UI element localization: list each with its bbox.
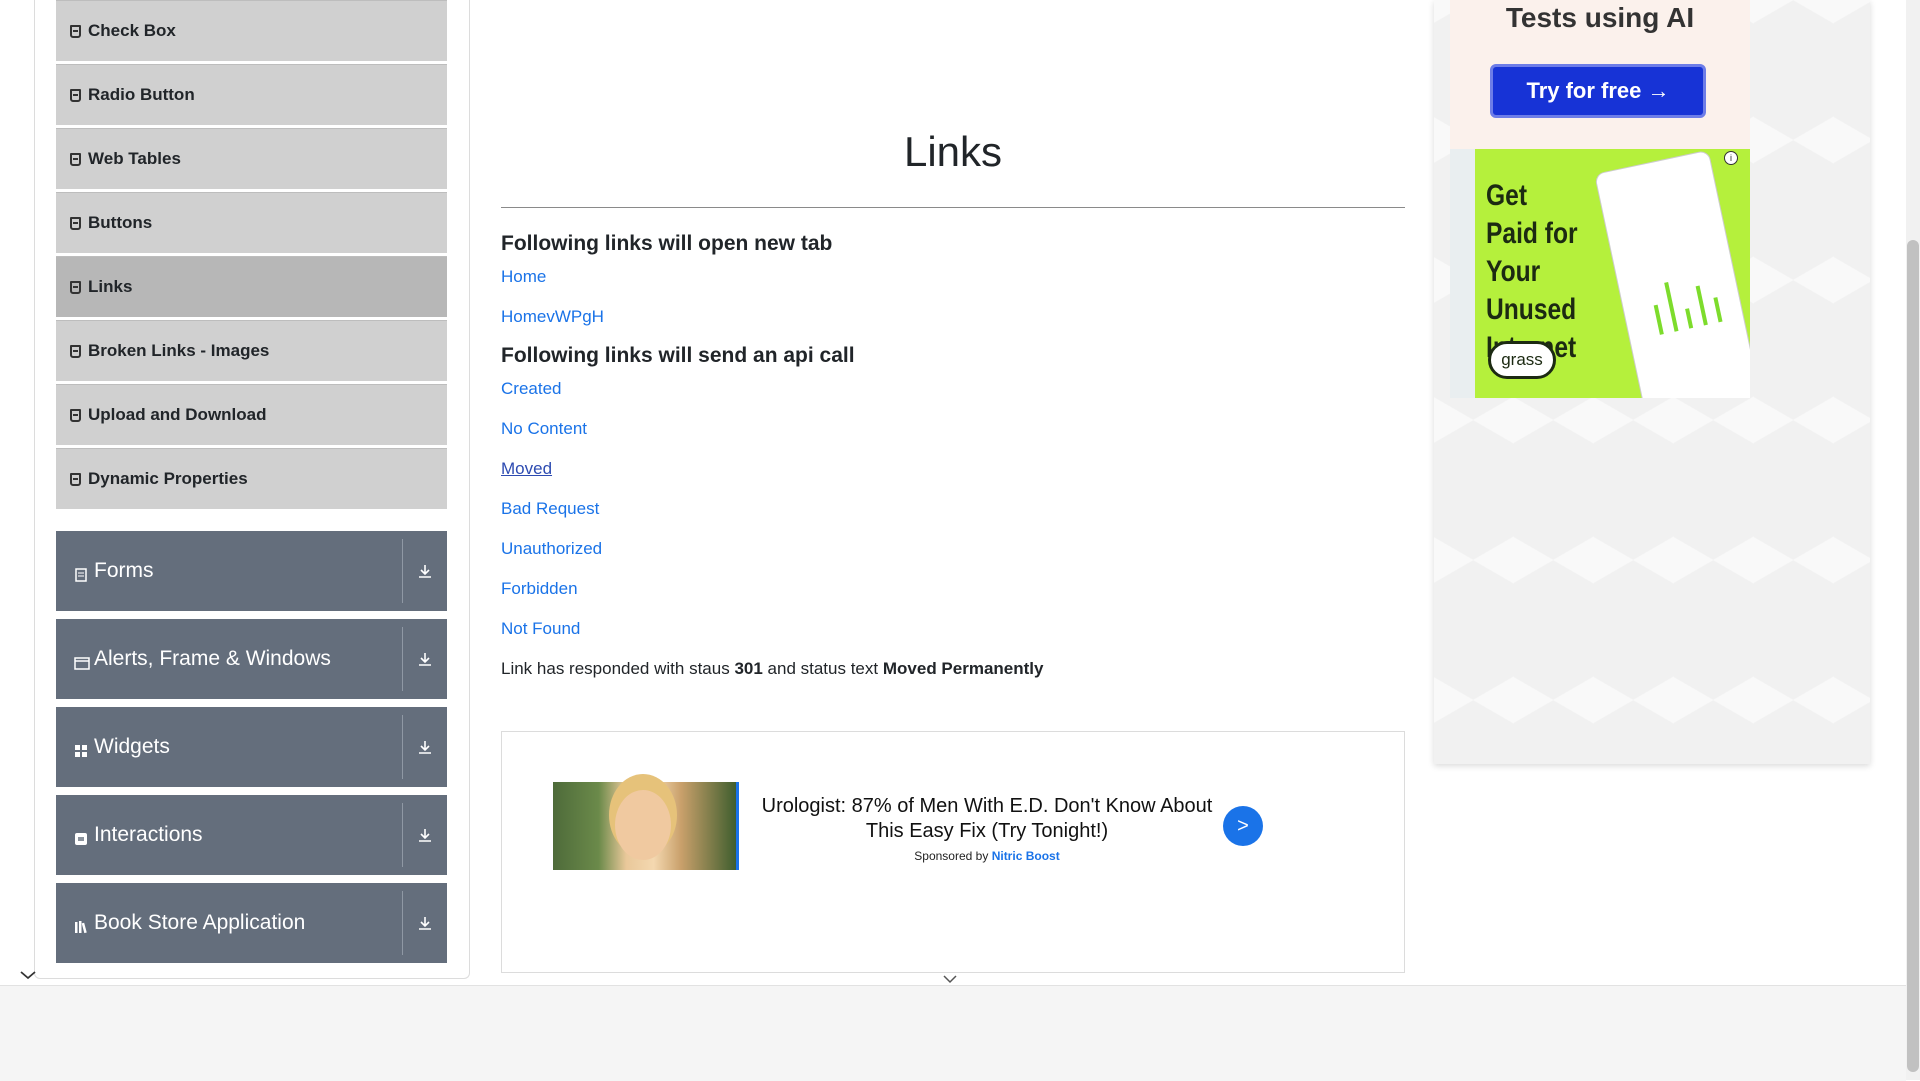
item-icon (70, 88, 81, 102)
sidebar-item-upload-download[interactable]: Upload and Download (56, 384, 447, 445)
link-response: Link has responded with staus 301 and st… (501, 659, 1043, 679)
ad-sponsored-by: Sponsored by (914, 849, 989, 863)
group-forms[interactable]: Forms (56, 531, 447, 611)
item-icon (70, 152, 81, 166)
item-icon (70, 280, 81, 294)
item-icon (70, 216, 81, 230)
sidebar-item-label: Radio Button (88, 85, 195, 104)
grass-ad-text: Get Paid for Your Unused Internet (1486, 179, 1578, 364)
sidebar-item-label: Links (88, 277, 133, 296)
sidebar-item-web-tables[interactable]: Web Tables (56, 128, 447, 189)
window-icon (74, 652, 90, 670)
sidebar-item-label: Upload and Download (88, 405, 267, 424)
group-label: Book Store Application (94, 911, 306, 934)
item-icon (70, 344, 81, 358)
group-widgets[interactable]: Widgets (56, 707, 447, 787)
chevron-down-icon (20, 971, 36, 980)
sidebar-item-radio-button[interactable]: Radio Button (56, 64, 447, 125)
link-unauthorized[interactable]: Unauthorized (501, 539, 602, 559)
sponsored-ad[interactable]: Urologist: 87% of Men With E.D. Don't Kn… (501, 731, 1405, 973)
download-icon[interactable] (403, 915, 447, 931)
item-icon (70, 24, 81, 38)
new-tab-heading: Following links will open new tab (501, 232, 833, 255)
sidebar-item-dynamic-properties[interactable]: Dynamic Properties (56, 448, 447, 509)
response-status: 301 (734, 659, 763, 678)
sidebar-item-label: Broken Links - Images (88, 341, 270, 360)
api-heading: Following links will send an api call (501, 344, 855, 367)
ad-headline[interactable]: Urologist: 87% of Men With E.D. Don't Kn… (757, 794, 1217, 844)
group-label: Alerts, Frame & Windows (94, 647, 331, 670)
books-icon (74, 916, 88, 934)
try-for-free-button[interactable]: Try for free → (1490, 64, 1706, 118)
app-mockup-image (1594, 149, 1750, 398)
group-label: Widgets (94, 735, 170, 758)
group-alerts[interactable]: Alerts, Frame & Windows (56, 619, 447, 699)
link-bad-request[interactable]: Bad Request (501, 499, 599, 519)
elements-submenu: Check Box Radio Button Web Tables Button… (56, 0, 447, 512)
ad-image[interactable] (553, 782, 739, 870)
link-no-content[interactable]: No Content (501, 419, 587, 439)
link-home[interactable]: Home (501, 267, 546, 287)
response-middle: and status text (767, 659, 879, 678)
link-home-dynamic[interactable]: HomevWPgH (501, 307, 604, 327)
ad-strip (1450, 149, 1475, 398)
ai-testing-ad[interactable]: Tests using AI Try for free → (1450, 0, 1750, 150)
group-book-store[interactable]: Book Store Application (56, 883, 447, 963)
link-created[interactable]: Created (501, 379, 561, 399)
sidebar-item-broken-links[interactable]: Broken Links - Images (56, 320, 447, 381)
adchoices-icon[interactable]: i (1724, 151, 1738, 165)
item-icon (70, 408, 81, 422)
link-forbidden[interactable]: Forbidden (501, 579, 578, 599)
ad-brand[interactable]: Nitric Boost (992, 849, 1060, 863)
response-prefix: Link has responded with staus (501, 659, 730, 678)
response-status-text: Moved Permanently (882, 659, 1044, 678)
scrollbar-thumb[interactable] (1907, 240, 1919, 1072)
page-title: Links (903, 128, 1003, 175)
download-icon[interactable] (403, 563, 447, 579)
sidebar-item-label: Check Box (88, 21, 176, 40)
widgets-icon (74, 740, 88, 757)
sidebar-item-label: Buttons (88, 213, 153, 232)
bottom-ad-band (0, 985, 1906, 1081)
group-label: Interactions (94, 823, 203, 846)
sidebar-item-check-box[interactable]: Check Box (56, 0, 447, 61)
ad-sponsor: Sponsored by Nitric Boost (757, 849, 1217, 863)
interactions-icon (74, 828, 88, 845)
item-icon (70, 472, 81, 486)
title-divider (501, 207, 1405, 208)
download-icon[interactable] (403, 651, 447, 667)
ad-go-button[interactable]: > (1223, 806, 1263, 846)
grass-logo: grass (1488, 341, 1556, 379)
group-label: Forms (94, 559, 154, 582)
sidebar-item-label: Dynamic Properties (88, 469, 248, 488)
ai-ad-text: Tests using AI (1505, 2, 1695, 33)
sidebar-item-label: Web Tables (88, 149, 181, 168)
link-moved[interactable]: Moved (501, 459, 552, 479)
grass-ad[interactable]: Get Paid for Your Unused Internet grass … (1450, 149, 1750, 398)
sidebar-item-buttons[interactable]: Buttons (56, 192, 447, 253)
download-icon[interactable] (403, 739, 447, 755)
sidebar-item-links[interactable]: Links (56, 256, 447, 317)
group-interactions[interactable]: Interactions (56, 795, 447, 875)
form-icon (74, 564, 88, 582)
download-icon[interactable] (403, 827, 447, 843)
link-not-found[interactable]: Not Found (501, 619, 580, 639)
